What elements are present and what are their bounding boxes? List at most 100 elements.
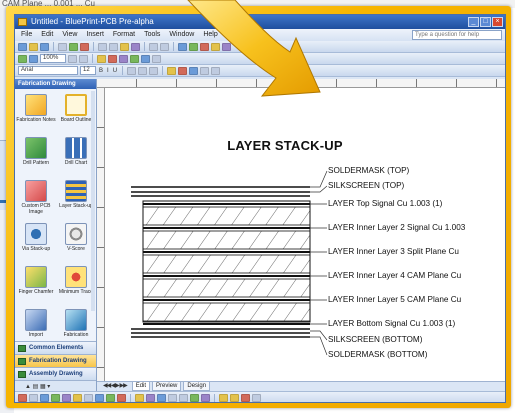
fill-icon[interactable] <box>135 394 144 402</box>
redo-icon[interactable] <box>160 42 169 51</box>
draw-menu-icon[interactable] <box>18 394 27 402</box>
tab-edit[interactable]: Edit <box>131 382 151 391</box>
select-icon[interactable] <box>29 394 38 402</box>
maximize-icon[interactable]: □ <box>480 17 491 27</box>
dielectric-2 <box>142 230 311 250</box>
layers-icon[interactable] <box>29 54 38 63</box>
textbox-icon[interactable] <box>73 394 82 402</box>
save-icon[interactable] <box>40 42 49 51</box>
rectangle-icon[interactable] <box>40 394 49 402</box>
layer-stackup-icon <box>65 180 87 202</box>
paste-icon[interactable] <box>120 42 129 51</box>
menu-edit[interactable]: Edit <box>41 29 53 41</box>
line-weight-icon[interactable] <box>200 66 210 75</box>
undo-icon[interactable] <box>149 42 158 51</box>
line-icon[interactable] <box>146 394 155 402</box>
stencil-via-stackup[interactable]: Via Stack-up <box>16 221 56 261</box>
arrow-icon[interactable] <box>62 394 71 402</box>
underline-button[interactable]: U <box>112 68 118 74</box>
font-select[interactable]: Arial <box>18 66 78 75</box>
tab-navigation-arrows[interactable]: ◀◀ ◀ ▶ ▶▶ <box>103 382 130 391</box>
font-color-icon[interactable] <box>189 66 199 75</box>
zoom-in-icon[interactable] <box>68 54 77 63</box>
line-color-icon[interactable] <box>178 66 188 75</box>
gray-swatch-icon[interactable] <box>252 394 261 402</box>
stencil-drill-chart[interactable]: Drill Chart <box>56 135 96 175</box>
yellow-swatch-icon[interactable] <box>219 394 228 402</box>
stencil-custom-pcb-image[interactable]: Custom PCB Image <box>16 178 56 218</box>
ellipse-icon[interactable] <box>51 394 60 402</box>
menu-format[interactable]: Format <box>113 29 135 41</box>
connector-tool-icon[interactable] <box>189 42 198 51</box>
bring-front-icon[interactable] <box>119 54 128 63</box>
group-icon[interactable] <box>108 54 117 63</box>
section-fabrication-drawing[interactable]: Fabrication Drawing <box>15 354 96 367</box>
app-window: Untitled - BluePrint-PCB Pre-alpha _ □ ×… <box>14 14 506 403</box>
font-icon[interactable] <box>157 394 166 402</box>
align-right-icon[interactable] <box>149 66 159 75</box>
align-icon[interactable] <box>97 54 106 63</box>
send-back-icon[interactable] <box>130 54 139 63</box>
stencil-board-outline[interactable]: Board Outline <box>56 92 96 132</box>
fill-color-icon[interactable] <box>167 66 177 75</box>
menu-view[interactable]: View <box>62 29 77 41</box>
drawing-canvas[interactable]: LAYER STACK-UP SOLDERMASK (TOP) SILKSCRE… <box>105 88 505 381</box>
flip-icon[interactable] <box>152 54 161 63</box>
picture-icon[interactable] <box>117 394 126 402</box>
diagram-icon[interactable] <box>95 394 104 402</box>
copy-icon[interactable] <box>109 42 118 51</box>
stencil-v-score[interactable]: V-Score <box>56 221 96 261</box>
shape-tool-icon[interactable] <box>211 42 220 51</box>
cut-icon[interactable] <box>98 42 107 51</box>
preview-icon[interactable] <box>69 42 78 51</box>
menu-insert[interactable]: Insert <box>86 29 104 41</box>
print-icon[interactable] <box>58 42 67 51</box>
text-tool-icon[interactable] <box>200 42 209 51</box>
stencil-minimum-trace[interactable]: Minimum Trace <box>56 264 96 304</box>
clipart-icon[interactable] <box>106 394 115 402</box>
menu-window[interactable]: Window <box>169 29 194 41</box>
3d-icon[interactable] <box>201 394 210 402</box>
section-common-elements[interactable]: Common Elements <box>15 341 96 354</box>
menu-tools[interactable]: Tools <box>144 29 160 41</box>
rotate-icon[interactable] <box>141 54 150 63</box>
new-icon[interactable] <box>18 42 27 51</box>
yellow-swatch-icon[interactable] <box>230 394 239 402</box>
shapes-footer-icons[interactable]: ▲ ▤ ▦ ▾ <box>25 384 50 390</box>
format-painter-icon[interactable] <box>131 42 140 51</box>
stencil-finger-chamfer[interactable]: Finger Chamfer <box>16 264 56 304</box>
stencil-drill-pattern[interactable]: Drill Pattern <box>16 135 56 175</box>
zoom-out-icon[interactable] <box>79 54 88 63</box>
open-icon[interactable] <box>29 42 38 51</box>
stencil-fabrication-notes[interactable]: Fabrication Notes <box>16 92 56 132</box>
shapes-panel-scrollbar[interactable] <box>91 91 95 311</box>
italic-button[interactable]: I <box>106 68 110 74</box>
dash-style-icon[interactable] <box>168 394 177 402</box>
menu-file[interactable]: File <box>21 29 32 41</box>
label-layer-inner-2: LAYER Inner Layer 2 Signal Cu 1.003 <box>328 223 466 232</box>
line-style-icon[interactable] <box>211 66 221 75</box>
close-icon[interactable]: × <box>492 17 503 27</box>
font-size-select[interactable]: 12 <box>80 66 96 75</box>
dielectric-3 <box>142 254 311 274</box>
bold-button[interactable]: B <box>98 68 104 74</box>
tab-design[interactable]: Design <box>183 382 211 391</box>
menu-bar: File Edit View Insert Format Tools Windo… <box>15 29 505 41</box>
spelling-icon[interactable] <box>80 42 89 51</box>
wordart-icon[interactable] <box>84 394 93 402</box>
align-center-icon[interactable] <box>138 66 148 75</box>
zoom-select[interactable]: 100% <box>40 54 66 63</box>
tab-preview[interactable]: Preview <box>152 382 182 391</box>
line-tool-icon[interactable] <box>222 42 231 51</box>
arrow-style-icon[interactable] <box>179 394 188 402</box>
shadow-icon[interactable] <box>190 394 199 402</box>
pointer-tool-icon[interactable] <box>178 42 187 51</box>
align-left-icon[interactable] <box>127 66 137 75</box>
minimize-icon[interactable]: _ <box>468 17 479 27</box>
menu-help[interactable]: Help <box>203 29 217 41</box>
section-assembly-drawing[interactable]: Assembly Drawing <box>15 367 96 380</box>
grid-icon[interactable] <box>18 54 27 63</box>
red-swatch-icon[interactable] <box>241 394 250 402</box>
stencil-layer-stackup[interactable]: Layer Stack-up <box>56 178 96 218</box>
help-search-input[interactable]: Type a question for help <box>412 30 502 40</box>
